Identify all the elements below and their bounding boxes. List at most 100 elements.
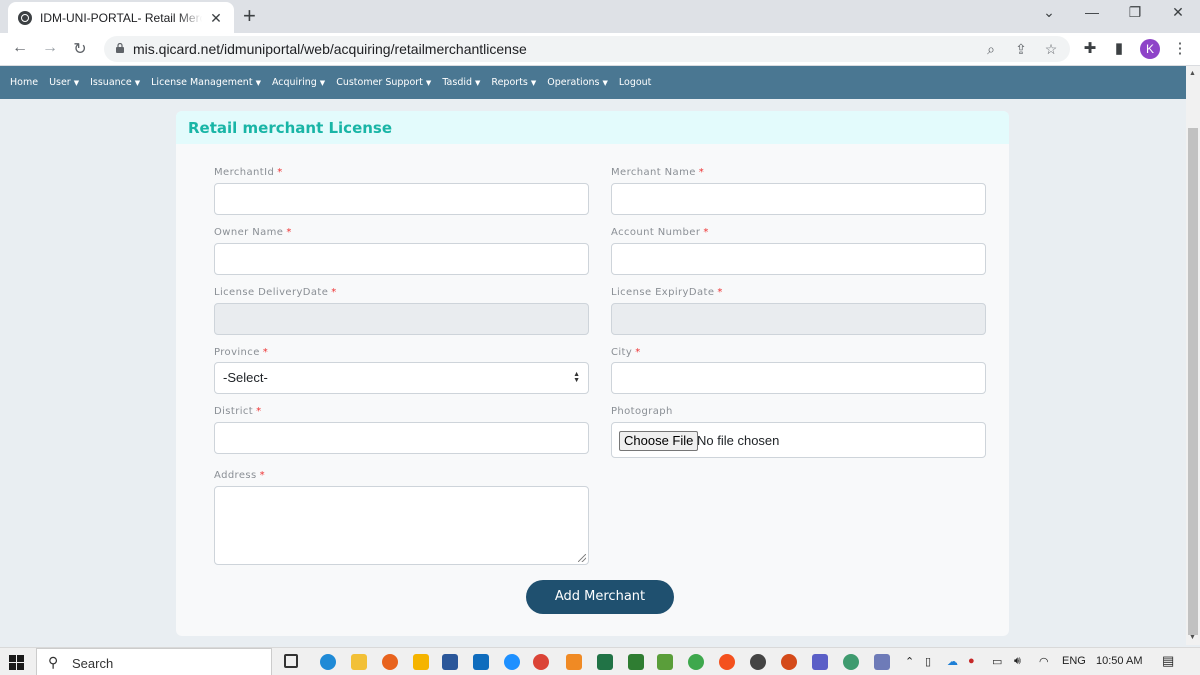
firefox-icon[interactable] — [382, 654, 398, 670]
windows-taskbar: ⚲ Search ⌃ ▯ ☁ ● ▭ 🔊︎ ◠ ENG 10:50 AM ▤ — [0, 647, 1200, 675]
expiry-date-input[interactable] — [611, 303, 986, 335]
photograph-file-input[interactable]: Choose File No file chosen — [611, 422, 986, 458]
word-icon[interactable] — [442, 654, 458, 670]
profile-avatar[interactable]: K — [1140, 39, 1160, 59]
windows-start-icon[interactable] — [9, 655, 24, 670]
task-view-icon[interactable] — [284, 654, 298, 668]
menu-kebab-icon[interactable]: ⋮ — [1171, 39, 1189, 57]
tray-app-icon[interactable]: ▯ — [925, 655, 931, 668]
nav-customer-support[interactable]: Customer Support ▼ — [336, 77, 431, 88]
address-label: Address * — [214, 470, 266, 481]
bookmark-star-icon[interactable]: ☆ — [1042, 41, 1060, 58]
caret-down-icon: ▼ — [475, 79, 481, 87]
app-icon[interactable] — [566, 654, 582, 670]
settings-icon[interactable] — [750, 654, 766, 670]
sticky-notes-icon[interactable] — [413, 654, 429, 670]
chat-app-icon[interactable] — [688, 654, 704, 670]
app-icon[interactable] — [843, 654, 859, 670]
scroll-down-icon[interactable]: ▼ — [1189, 634, 1196, 641]
browser-tab-strip: IDM-UNI-PORTAL- Retail Merchant License … — [0, 0, 1200, 33]
app-icon[interactable] — [628, 654, 644, 670]
city-input[interactable] — [611, 362, 986, 394]
app-icon[interactable] — [781, 654, 797, 670]
forward-icon[interactable]: → — [40, 39, 60, 57]
new-tab-icon[interactable]: + — [243, 4, 256, 28]
minimize-icon[interactable]: — — [1082, 4, 1102, 20]
caret-down-icon: ▼ — [602, 79, 608, 87]
merchant-name-input[interactable] — [611, 183, 986, 215]
account-number-input[interactable] — [611, 243, 986, 275]
skype-icon[interactable] — [504, 654, 520, 670]
browser-tab[interactable]: IDM-UNI-PORTAL- Retail Merchant License … — [8, 2, 234, 33]
nav-home[interactable]: Home — [10, 77, 38, 88]
teams-icon[interactable] — [812, 654, 828, 670]
app-icon[interactable] — [719, 654, 735, 670]
province-select[interactable]: -Select- ▲ ▼ — [214, 362, 589, 394]
nav-operations[interactable]: Operations ▼ — [547, 77, 608, 88]
chrome-icon[interactable] — [533, 654, 549, 670]
edge-browser-icon[interactable] — [320, 654, 336, 670]
district-input[interactable] — [214, 422, 589, 454]
reload-icon[interactable]: ↻ — [70, 39, 90, 59]
resize-grip-icon[interactable] — [578, 554, 586, 562]
scroll-up-icon[interactable]: ▲ — [1189, 70, 1196, 77]
caret-down-icon: ▼ — [73, 79, 80, 87]
tray-alert-icon[interactable]: ● — [968, 655, 975, 667]
clock[interactable]: 10:50 AM — [1096, 655, 1142, 667]
file-explorer-icon[interactable] — [351, 654, 367, 670]
side-panel-icon[interactable]: ▮ — [1110, 39, 1128, 57]
district-label: District * — [214, 406, 262, 417]
nav-tasdid[interactable]: Tasdid ▼ — [442, 77, 480, 88]
battery-icon[interactable]: ▭ — [992, 655, 1002, 668]
window-close-icon[interactable]: ✕ — [1168, 4, 1188, 21]
url-text: mis.qicard.net/idmuniportal/web/acquirin… — [133, 41, 527, 57]
address-bar-row: ← → ↻ mis.qicard.net/idmuniportal/web/ac… — [0, 33, 1200, 66]
photograph-label: Photograph — [611, 406, 673, 417]
merchant-id-label: MerchantId * — [214, 167, 283, 178]
address-textarea[interactable] — [214, 486, 589, 565]
network-app-icon[interactable] — [874, 654, 890, 670]
nav-logout[interactable]: Logout — [619, 77, 652, 88]
choose-file-button[interactable]: Choose File — [619, 431, 699, 451]
wifi-icon[interactable]: ◠ — [1039, 655, 1049, 668]
nav-reports[interactable]: Reports ▼ — [491, 77, 536, 88]
extensions-icon[interactable]: ✚ — [1081, 39, 1099, 57]
taskbar-search-box[interactable]: ⚲ Search — [36, 648, 272, 675]
add-merchant-button[interactable]: Add Merchant — [526, 580, 674, 614]
tray-chevron-icon[interactable]: ⌃ — [905, 655, 914, 668]
tab-search-icon[interactable]: ⌄ — [1039, 4, 1059, 21]
outlook-icon[interactable] — [473, 654, 489, 670]
delivery-date-input[interactable] — [214, 303, 589, 335]
onedrive-icon[interactable]: ☁ — [947, 655, 958, 668]
close-tab-icon[interactable]: ✕ — [208, 10, 224, 26]
nav-issuance[interactable]: Issuance ▼ — [90, 77, 140, 88]
page-scrollbar[interactable]: ▲ ▼ — [1186, 66, 1200, 645]
app-icon[interactable] — [657, 654, 673, 670]
caret-down-icon: ▼ — [255, 79, 261, 87]
expiry-date-label: License ExpiryDate * — [611, 287, 723, 298]
tab-title: IDM-UNI-PORTAL- Retail Merchant License — [40, 10, 202, 25]
restore-icon[interactable]: ❐ — [1125, 4, 1145, 21]
owner-name-input[interactable] — [214, 243, 589, 275]
language-indicator[interactable]: ENG — [1062, 655, 1086, 667]
zoom-icon[interactable]: ⌕ — [982, 41, 1000, 58]
volume-icon[interactable]: 🔊︎ — [1014, 655, 1021, 668]
excel-icon[interactable] — [597, 654, 613, 670]
url-omnibox[interactable]: mis.qicard.net/idmuniportal/web/acquirin… — [104, 36, 1070, 62]
page-title: Retail merchant License — [188, 118, 393, 137]
select-arrows-icon: ▲ ▼ — [573, 371, 580, 384]
back-icon[interactable]: ← — [10, 39, 30, 57]
scrollbar-thumb[interactable] — [1188, 128, 1198, 635]
city-label: City * — [611, 347, 641, 358]
merchant-id-input[interactable] — [214, 183, 589, 215]
merchant-license-card: Retail merchant License MerchantId * Merc… — [176, 111, 1009, 636]
search-icon: ⚲ — [48, 654, 59, 670]
nav-acquiring[interactable]: Acquiring ▼ — [272, 77, 325, 88]
notifications-icon[interactable]: ▤ — [1162, 653, 1174, 669]
share-icon[interactable]: ⇪ — [1012, 41, 1030, 58]
nav-user[interactable]: User ▼ — [49, 77, 79, 88]
account-number-label: Account Number * — [611, 227, 709, 238]
nav-license-management[interactable]: License Management ▼ — [151, 77, 261, 88]
merchant-name-label: Merchant Name * — [611, 167, 705, 178]
card-header: Retail merchant License — [176, 111, 1009, 144]
